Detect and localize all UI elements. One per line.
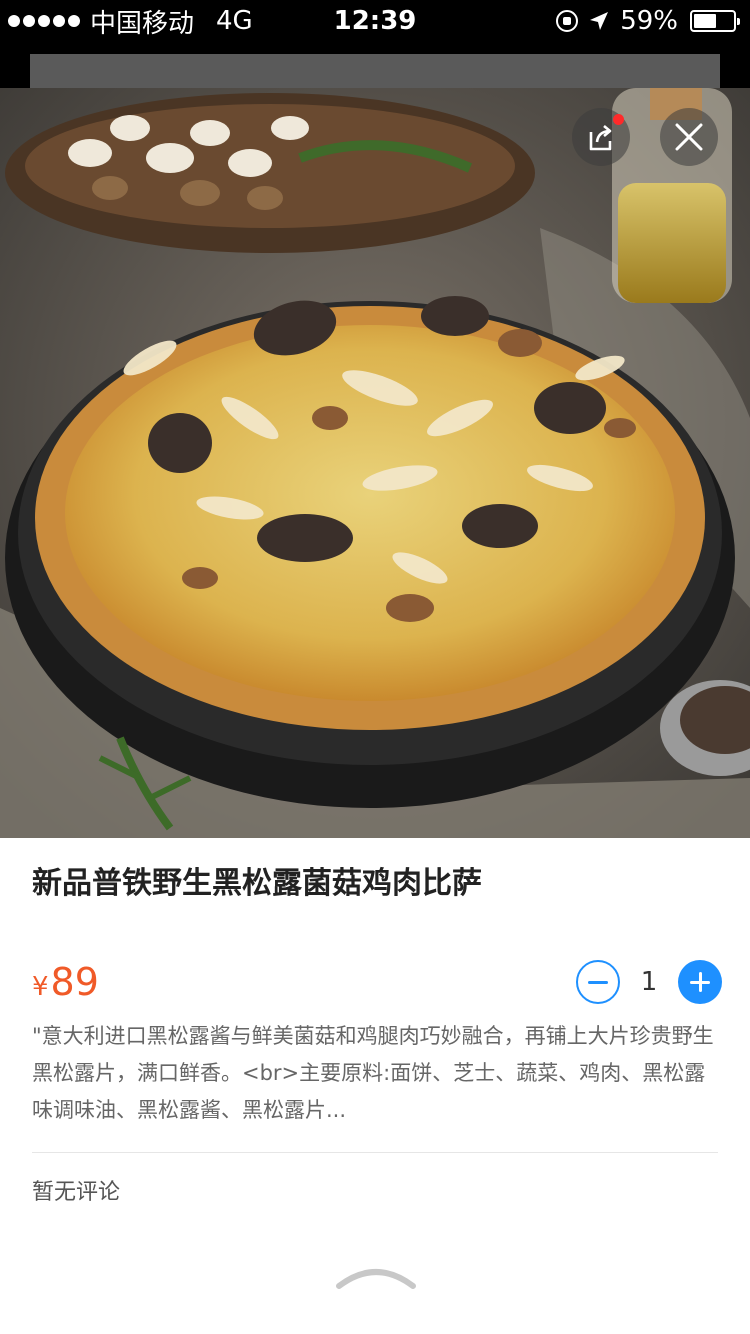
decrease-quantity-button[interactable] [576,960,620,1004]
nav-bar [0,42,750,88]
product-description: "意大利进口黑松露酱与鲜美菌菇和鸡腿肉巧妙融合，再铺上大片珍贵野生黑松露片，满口… [32,1024,714,1122]
product-price: ¥ 89 [32,960,99,1004]
status-right: 59% [556,6,740,36]
plus-icon-vertical [698,972,702,992]
increase-quantity-button[interactable] [678,960,722,1004]
pizza-image [0,88,750,838]
no-reviews-text: 暂无评论 [32,1180,121,1205]
location-arrow-icon [590,12,609,30]
quantity-value: 1 [640,967,658,997]
price-currency: ¥ [32,972,49,1002]
nav-title-placeholder [30,54,720,88]
minus-icon [588,980,608,984]
battery-percent: 59% [620,6,678,36]
share-button[interactable] [572,108,630,166]
share-icon [589,125,612,151]
quantity-stepper: 1 [576,960,722,1004]
price-amount: 89 [50,960,99,1004]
battery-icon [690,10,740,32]
chevron-up-icon[interactable] [335,1262,417,1292]
notification-dot [613,114,624,125]
divider [32,1152,718,1153]
status-bar: 中国移动 4G 12:39 59% [0,0,750,42]
product-image [0,88,750,838]
product-title: 新品普铁野生黑松露菌菇鸡肉比萨 [32,866,482,901]
close-button[interactable] [660,108,718,166]
product-detail-page: 中国移动 4G 12:39 59% 新品普铁野生黑松露菌菇鸡肉比萨 ¥ 89 1… [0,0,750,1334]
battery-fill [694,14,717,28]
rotation-lock-icon [556,10,579,32]
close-icon [675,123,703,151]
